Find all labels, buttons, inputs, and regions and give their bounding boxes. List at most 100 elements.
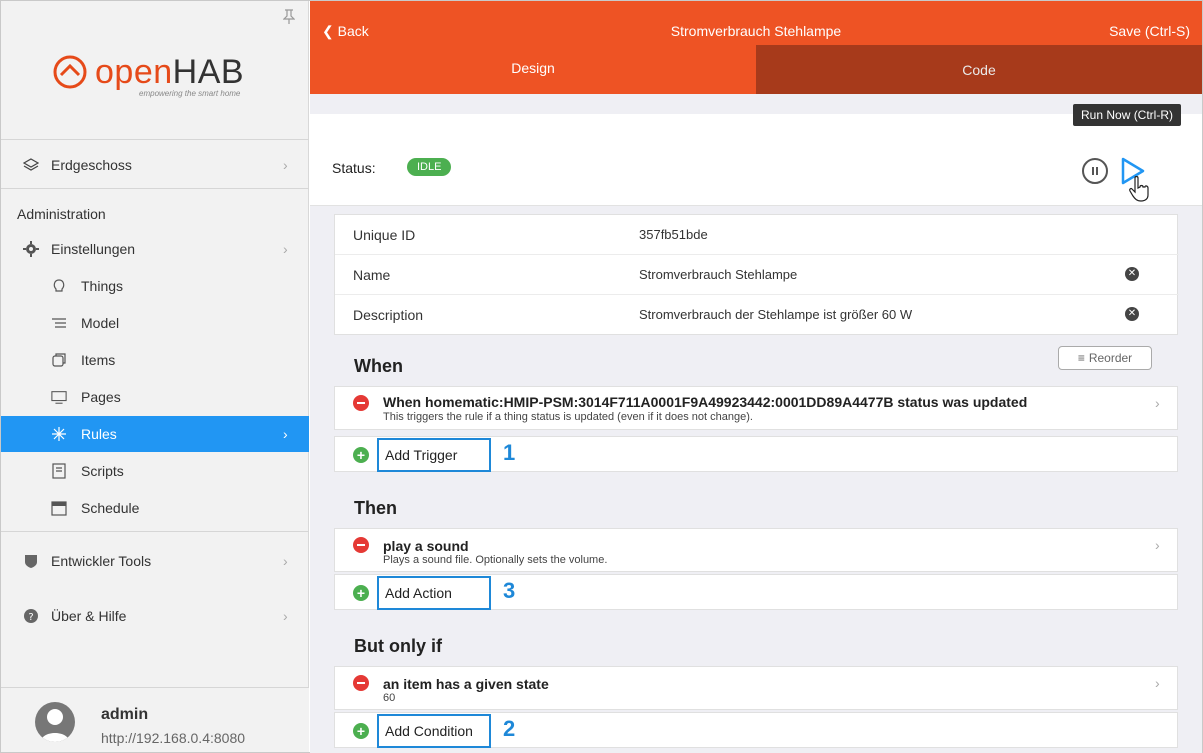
page-title: Stromverbrauch Stehlampe xyxy=(670,23,842,39)
lightbulb-icon xyxy=(51,278,67,294)
add-trigger-row: + Add Trigger 1 xyxy=(334,436,1178,472)
condition-item[interactable]: an item has a given state 60 › xyxy=(334,666,1178,710)
pin-icon[interactable] xyxy=(283,9,295,25)
trigger-title: When homematic:HMIP-PSM:3014F711A0001F9A… xyxy=(383,394,1028,410)
tab-bar: Design Code xyxy=(310,45,1202,94)
tab-design[interactable]: Design xyxy=(310,45,756,94)
status-badge: IDLE xyxy=(407,158,452,176)
top-bar: ❮ Back Stromverbrauch Stehlampe Save (Ct… xyxy=(310,1,1202,45)
name-input[interactable]: Stromverbrauch Stehlampe xyxy=(639,267,797,282)
pause-button[interactable] xyxy=(1082,158,1108,184)
section-title-then: Then xyxy=(354,498,397,518)
save-button[interactable]: Save (Ctrl-S) xyxy=(1109,23,1190,39)
sparkle-icon xyxy=(51,426,67,442)
chevron-right-icon: › xyxy=(1155,395,1160,411)
divider xyxy=(1,531,309,532)
gear-icon xyxy=(23,241,39,257)
add-condition-button[interactable]: Add Condition xyxy=(377,714,491,748)
chevron-right-icon: › xyxy=(1155,537,1160,553)
tab-code[interactable]: Code xyxy=(756,45,1202,94)
svg-text:?: ? xyxy=(28,612,33,623)
condition-title: an item has a given state xyxy=(383,676,549,692)
sidebar-item-scripts[interactable]: Scripts xyxy=(1,453,309,489)
user-panel[interactable]: admin http://192.168.0.4:8080 xyxy=(1,687,309,752)
sidebar-item-ueber-hilfe[interactable]: ? Über & Hilfe › xyxy=(1,598,309,634)
server-url: http://192.168.0.4:8080 xyxy=(101,730,246,746)
description-input[interactable]: Stromverbrauch der Stehlampe ist größer … xyxy=(639,307,912,322)
annotation-step-number: 2 xyxy=(503,716,516,741)
section-title-but-only-if: But only if xyxy=(354,636,442,656)
sidebar-item-rules[interactable]: Rules › xyxy=(1,416,309,452)
sidebar-item-model[interactable]: Model xyxy=(1,305,309,341)
trigger-description: This triggers the rule if a thing status… xyxy=(383,411,753,423)
chevron-right-icon: › xyxy=(283,608,288,624)
divider xyxy=(1,139,309,140)
property-key: Description xyxy=(353,307,424,323)
sidebar-item-label: Einstellungen xyxy=(51,241,136,257)
properties-card: Unique ID 357fb51bde Name Stromverbrauch… xyxy=(334,214,1179,335)
user-name: admin xyxy=(101,706,149,723)
status-label: Status: xyxy=(332,160,376,176)
add-action-row: + Add Action 3 xyxy=(334,574,1178,610)
action-item[interactable]: play a sound Plays a sound file. Optiona… xyxy=(334,528,1178,572)
sidebar-item-erdgeschoss[interactable]: Erdgeschoss › xyxy=(1,147,309,183)
remove-icon[interactable] xyxy=(353,395,369,411)
sidebar-item-pages[interactable]: Pages xyxy=(1,379,309,415)
add-condition-row: + Add Condition 2 xyxy=(334,712,1178,748)
sidebar-item-schedule[interactable]: Schedule xyxy=(1,490,309,526)
chevron-right-icon: › xyxy=(283,553,288,569)
monitor-icon xyxy=(51,389,67,405)
property-row-unique-id: Unique ID 357fb51bde xyxy=(335,215,1179,255)
reorder-button[interactable]: ≡ Reorder xyxy=(1058,346,1152,370)
run-now-tooltip: Run Now (Ctrl-R) xyxy=(1073,104,1182,126)
add-action-button[interactable]: Add Action xyxy=(377,576,491,610)
sidebar-item-label: Entwickler Tools xyxy=(51,553,152,569)
reorder-label: Reorder xyxy=(1088,351,1133,365)
sidebar-item-label: Schedule xyxy=(81,500,140,516)
sidebar-item-label: Erdgeschoss xyxy=(51,157,132,173)
property-key: Unique ID xyxy=(353,227,416,243)
property-row-name[interactable]: Name Stromverbrauch Stehlampe ✕ xyxy=(335,255,1179,295)
annotation-step-number: 1 xyxy=(503,440,516,465)
divider xyxy=(1,188,309,189)
clear-icon[interactable]: ✕ xyxy=(1125,307,1139,321)
chevron-right-icon: › xyxy=(283,157,288,173)
remove-icon[interactable] xyxy=(353,675,369,691)
action-description: Plays a sound file. Optionally sets the … xyxy=(383,554,608,566)
main-content: Status: IDLE Run Now (Ctrl-R) Unique ID … xyxy=(310,94,1202,753)
property-key: Name xyxy=(353,267,391,283)
add-trigger-button[interactable]: Add Trigger xyxy=(377,438,491,472)
sidebar-item-einstellungen[interactable]: Einstellungen › xyxy=(1,231,309,267)
items-icon xyxy=(51,352,67,368)
sidebar-item-things[interactable]: Things xyxy=(1,268,309,304)
sidebar-item-label: Items xyxy=(81,352,116,368)
logo-tagline: empowering the smart home xyxy=(139,89,241,98)
chevron-right-icon: › xyxy=(283,426,288,442)
help-icon: ? xyxy=(23,608,39,624)
sidebar: openHAB empowering the smart home Erdges… xyxy=(1,1,309,752)
openhab-logo: openHAB empowering the smart home xyxy=(53,51,283,99)
chevron-right-icon: › xyxy=(283,241,288,257)
add-icon[interactable]: + xyxy=(353,447,369,463)
sidebar-item-items[interactable]: Items xyxy=(1,342,309,378)
annotation-step-number: 3 xyxy=(503,578,516,603)
remove-icon[interactable] xyxy=(353,537,369,553)
section-title-administration: Administration xyxy=(17,206,106,222)
sidebar-item-label: Things xyxy=(81,278,124,294)
sidebar-item-label: Pages xyxy=(81,389,121,405)
sidebar-item-label: Scripts xyxy=(81,463,124,479)
clear-icon[interactable]: ✕ xyxy=(1125,267,1139,281)
property-row-description[interactable]: Description Stromverbrauch der Stehlampe… xyxy=(335,295,1179,335)
reorder-icon: ≡ xyxy=(1077,351,1085,365)
pause-icon xyxy=(1092,167,1098,175)
sidebar-item-label: Rules xyxy=(81,426,117,442)
logo-wordmark: openHAB xyxy=(95,53,245,91)
trigger-item[interactable]: When homematic:HMIP-PSM:3014F711A0001F9A… xyxy=(334,386,1178,430)
add-icon[interactable]: + xyxy=(353,723,369,739)
add-icon[interactable]: + xyxy=(353,585,369,601)
sidebar-item-entwickler-tools[interactable]: Entwickler Tools › xyxy=(1,543,309,579)
chevron-right-icon: › xyxy=(1155,675,1160,691)
property-value: 357fb51bde xyxy=(639,227,708,242)
list-icon xyxy=(51,315,67,331)
sidebar-item-label: Über & Hilfe xyxy=(51,608,127,624)
